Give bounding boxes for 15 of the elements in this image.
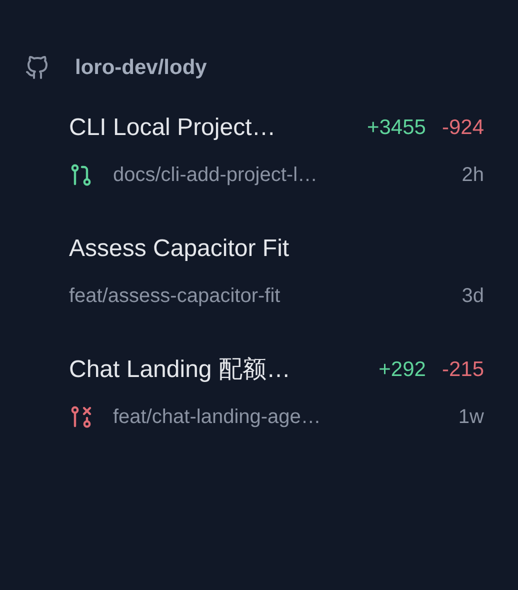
github-icon bbox=[25, 56, 49, 80]
task-title[interactable]: Chat Landing 配额… bbox=[69, 352, 290, 388]
additions-count: +292 bbox=[378, 357, 426, 384]
branch-name: feat/chat-landing-age… bbox=[113, 405, 321, 430]
age-label: 3d bbox=[462, 284, 484, 309]
repository-name: loro-dev/lody bbox=[75, 55, 207, 82]
task-title[interactable]: Assess Capacitor Fit bbox=[69, 231, 290, 267]
age-label: 2h bbox=[462, 163, 484, 188]
branch-name: docs/cli-add-project-l… bbox=[113, 163, 318, 188]
additions-count: +3455 bbox=[366, 115, 426, 142]
age-label: 1w bbox=[458, 405, 484, 430]
deletions-count: -215 bbox=[442, 357, 484, 384]
deletions-count: -924 bbox=[442, 115, 484, 142]
task-title[interactable]: CLI Local Project… bbox=[69, 110, 276, 146]
branch-name: feat/assess-capacitor-fit bbox=[69, 284, 280, 309]
